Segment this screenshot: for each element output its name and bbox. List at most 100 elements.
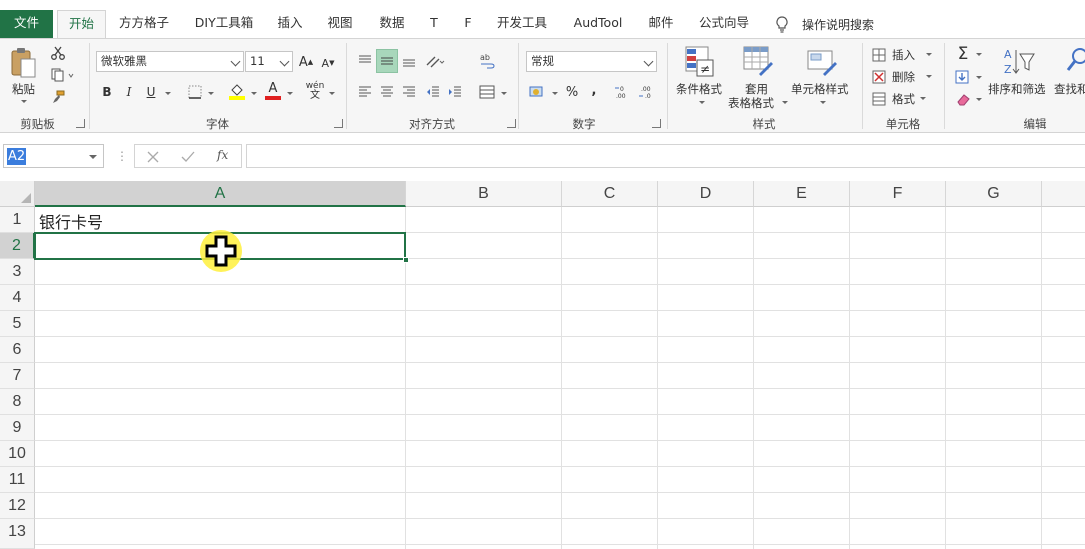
row-header-1[interactable]: 1 <box>0 207 35 233</box>
align-center-button[interactable] <box>378 83 396 101</box>
format-as-table-arrow[interactable] <box>782 101 788 104</box>
tab-diy[interactable]: DIY工具箱 <box>188 10 260 38</box>
underline-button[interactable]: U <box>144 83 158 101</box>
clipboard-dialog-launcher[interactable] <box>76 119 85 128</box>
orientation-button[interactable] <box>424 51 446 71</box>
phonetic-dropdown-arrow[interactable] <box>329 92 335 95</box>
percent-button[interactable]: % <box>564 83 580 101</box>
conditional-formatting-button[interactable]: ≠ <box>684 45 716 79</box>
worksheet-grid[interactable]: A B C D E F G 1 2 3 4 5 6 7 8 9 10 11 12… <box>0 181 1085 549</box>
name-box-dropdown-arrow[interactable] <box>89 155 97 159</box>
enter-check-icon[interactable] <box>181 151 195 163</box>
column-header-d[interactable]: D <box>658 181 754 207</box>
clear-button[interactable] <box>954 91 972 107</box>
copy-button[interactable] <box>50 67 76 83</box>
format-cells-button[interactable] <box>872 91 888 107</box>
alignment-dialog-launcher[interactable] <box>507 119 516 128</box>
shrink-font-button[interactable]: A ▼ <box>320 55 336 71</box>
wrap-text-button[interactable]: ab <box>478 51 496 71</box>
delete-cells-button[interactable] <box>872 69 888 85</box>
tab-ffgz[interactable]: 方方格子 <box>112 10 176 38</box>
tab-formula-wizard[interactable]: 公式向导 <box>692 10 756 38</box>
font-color-button[interactable]: A <box>264 81 282 101</box>
tab-mail[interactable]: 邮件 <box>642 10 680 38</box>
column-header-a[interactable]: A <box>35 181 406 207</box>
decrease-indent-button[interactable] <box>424 83 442 101</box>
underline-dropdown-arrow[interactable] <box>165 92 171 95</box>
font-size-dropdown[interactable]: 11 <box>245 51 293 72</box>
align-top-button[interactable] <box>356 51 374 71</box>
comma-button[interactable]: , <box>588 81 600 99</box>
fill-color-dropdown-arrow[interactable] <box>251 92 257 95</box>
decrease-decimal-button[interactable]: .00.0 <box>638 83 656 101</box>
column-header-g[interactable]: G <box>946 181 1042 207</box>
increase-indent-button[interactable] <box>446 83 464 101</box>
increase-decimal-button[interactable]: 0.00 <box>614 83 632 101</box>
row-header-9[interactable]: 9 <box>0 415 35 441</box>
row-header-2[interactable]: 2 <box>0 233 35 259</box>
fill-color-button[interactable] <box>228 81 246 101</box>
column-header-b[interactable]: B <box>406 181 562 207</box>
tell-me-search[interactable]: 操作说明搜索 <box>776 14 874 34</box>
cut-button[interactable] <box>50 45 66 61</box>
formula-input[interactable] <box>246 144 1085 168</box>
tab-f[interactable]: F <box>458 10 478 38</box>
align-bottom-button[interactable] <box>400 51 418 71</box>
number-dialog-launcher[interactable] <box>652 119 661 128</box>
align-middle-button[interactable] <box>376 49 398 73</box>
format-painter-button[interactable] <box>50 89 66 105</box>
font-name-dropdown[interactable]: 微软雅黑 <box>96 51 244 72</box>
row-header-5[interactable]: 5 <box>0 311 35 337</box>
tab-t[interactable]: T <box>424 10 444 38</box>
grow-font-button[interactable]: A ▲ <box>298 53 314 71</box>
row-header-10[interactable]: 10 <box>0 441 35 467</box>
font-color-dropdown-arrow[interactable] <box>287 92 293 95</box>
number-format-dropdown[interactable]: 常规 <box>526 51 657 72</box>
clear-arrow[interactable] <box>976 98 982 101</box>
tab-developer[interactable]: 开发工具 <box>490 10 554 38</box>
paste-dropdown-arrow[interactable] <box>21 100 27 103</box>
tab-home[interactable]: 开始 <box>57 10 106 39</box>
select-all-button[interactable] <box>0 181 35 207</box>
italic-button[interactable]: I <box>122 83 136 101</box>
cell-styles-arrow[interactable] <box>820 101 826 104</box>
sort-filter-button[interactable]: AZ <box>1002 45 1036 79</box>
name-box[interactable]: A2 <box>3 144 104 168</box>
row-header-4[interactable]: 4 <box>0 285 35 311</box>
autosum-arrow[interactable] <box>976 53 982 56</box>
column-header-e[interactable]: E <box>754 181 850 207</box>
merge-dropdown-arrow[interactable] <box>501 92 507 95</box>
cell-styles-button[interactable] <box>806 45 838 79</box>
format-cells-arrow[interactable] <box>920 97 926 100</box>
cancel-icon[interactable] <box>147 151 159 163</box>
phonetic-button[interactable]: wén 文 <box>305 81 325 101</box>
accounting-dropdown-arrow[interactable] <box>552 92 558 95</box>
merge-center-button[interactable] <box>478 83 496 101</box>
delete-cells-arrow[interactable] <box>926 75 932 78</box>
fill-handle[interactable] <box>403 257 409 263</box>
tab-file[interactable]: 文件 <box>0 10 53 38</box>
fill-button[interactable] <box>954 69 972 85</box>
cell-a1[interactable]: 银行卡号 <box>39 209 103 233</box>
align-left-button[interactable] <box>356 83 374 101</box>
conditional-formatting-arrow[interactable] <box>699 101 705 104</box>
row-header-8[interactable]: 8 <box>0 389 35 415</box>
tab-data[interactable]: 数据 <box>372 10 412 38</box>
row-header-12[interactable]: 12 <box>0 493 35 519</box>
row-header-6[interactable]: 6 <box>0 337 35 363</box>
find-select-button[interactable] <box>1066 45 1085 79</box>
formula-bar-grip[interactable]: ⋮ <box>116 149 128 163</box>
row-header-3[interactable]: 3 <box>0 259 35 285</box>
autosum-button[interactable]: Σ <box>954 44 972 64</box>
font-dialog-launcher[interactable] <box>334 119 343 128</box>
insert-cells-button[interactable] <box>872 47 888 63</box>
tab-audtool[interactable]: AudTool <box>566 10 630 38</box>
column-header-h-partial[interactable] <box>1042 181 1085 207</box>
format-as-table-button[interactable] <box>742 45 774 79</box>
accounting-format-button[interactable] <box>528 83 550 101</box>
row-header-11[interactable]: 11 <box>0 467 35 493</box>
row-header-13[interactable]: 13 <box>0 519 35 549</box>
borders-dropdown-arrow[interactable] <box>208 92 214 95</box>
fill-arrow[interactable] <box>976 76 982 79</box>
column-header-f[interactable]: F <box>850 181 946 207</box>
